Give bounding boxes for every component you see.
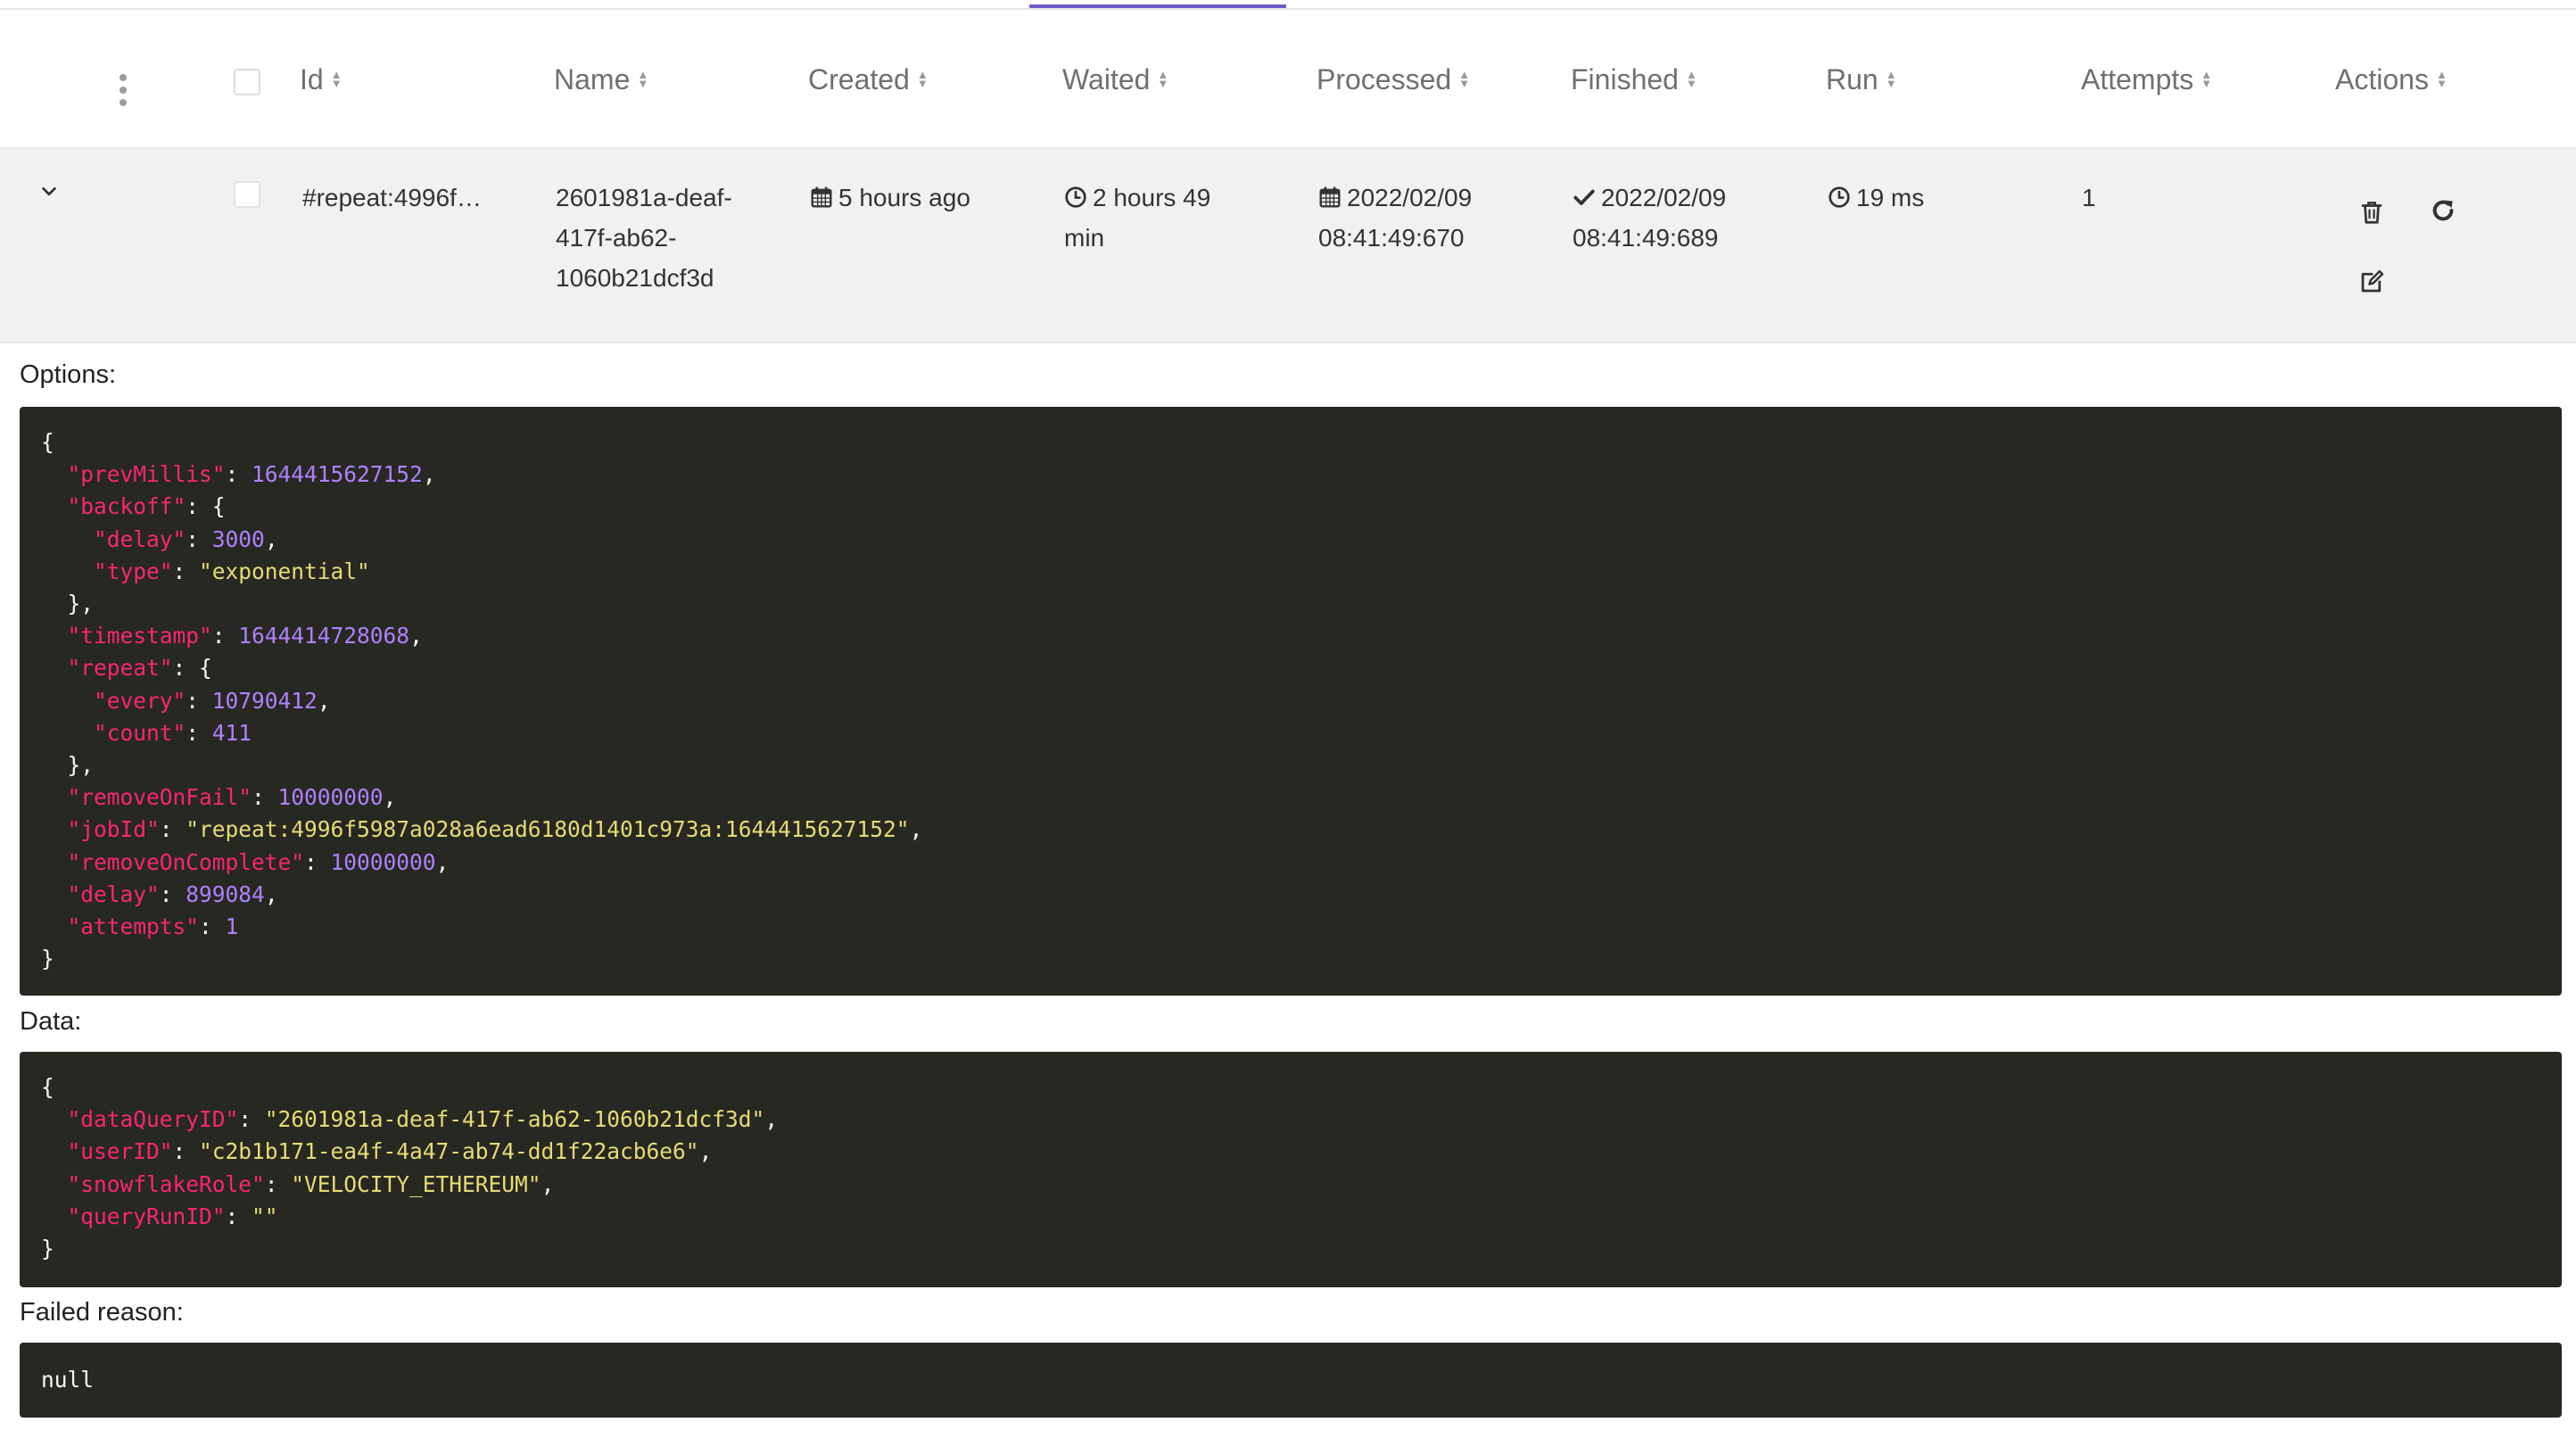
column-header-attempts[interactable]: Attempts ▲ ▼: [2081, 10, 2212, 149]
sort-icon: ▲ ▼: [916, 68, 929, 90]
edit-icon[interactable]: [2358, 269, 2385, 295]
option-timestamp: 1644414728068: [238, 623, 410, 649]
data-snowflake-role: "VELOCITY_ETHEREUM": [291, 1170, 541, 1197]
job-processed-line: 08:41:49:670: [1318, 224, 1465, 252]
data-query-id: "2601981a-deaf-417f-ab62-1060b21dcf3d": [264, 1106, 765, 1133]
job-finished-line: 08:41:49:689: [1573, 224, 1719, 252]
sort-icon: ▲ ▼: [1157, 68, 1169, 90]
data-user-id: "c2b1b171-ea4f-4a47-ab74-dd1f22acb6e6": [199, 1138, 699, 1165]
row-select-checkbox[interactable]: [234, 181, 260, 208]
column-label: Waited: [1062, 62, 1151, 95]
job-waited-line: min: [1064, 224, 1105, 252]
option-delay: 899084: [186, 881, 265, 907]
option-remove-on-fail: 10000000: [277, 784, 384, 811]
sort-icon: ▲ ▼: [637, 68, 649, 90]
option-attempts: 1: [225, 914, 239, 940]
column-label: Name: [554, 62, 631, 95]
option-repeat-every: 10790412: [211, 687, 318, 714]
job-name-line: 2601981a-deaf-: [556, 184, 732, 211]
job-name-line: 417f-ab62-: [556, 224, 677, 252]
job-created-text: 5 hours ago: [838, 184, 970, 211]
job-run-text: 19 ms: [1856, 184, 1925, 211]
option-backoff-type: "exponential": [199, 558, 370, 584]
column-label: Attempts: [2081, 62, 2194, 95]
job-run: 19 ms: [1828, 178, 1924, 218]
option-remove-on-complete: 10000000: [330, 848, 436, 875]
sort-icon: ▲ ▼: [2435, 68, 2448, 90]
job-attempts: 1: [2082, 178, 2096, 218]
clock-icon: [1829, 186, 1850, 208]
column-header-processed[interactable]: Processed ▲ ▼: [1317, 10, 1470, 149]
job-id-text: #repeat:4996f…: [302, 184, 482, 211]
job-waited-line: 2 hours 49: [1093, 184, 1211, 211]
job-processed: 2022/02/09 08:41:49:670: [1318, 178, 1472, 258]
column-header-finished[interactable]: Finished ▲ ▼: [1571, 10, 1697, 149]
options-code-block: { "prevMillis": 1644415627152, "backoff"…: [20, 407, 2562, 996]
table-header: Id ▲ ▼ Name ▲ ▼ Created ▲ ▼ Waited ▲ ▼ Proce…: [0, 10, 2576, 149]
column-label: Finished: [1571, 62, 1679, 95]
option-job-id: "repeat:4996f5987a028a6ead6180d1401c973a…: [186, 816, 910, 843]
job-processed-line: 2022/02/09: [1347, 184, 1473, 211]
column-label: Created: [808, 62, 910, 95]
clock-icon: [1065, 186, 1086, 208]
calendar-icon: [1319, 186, 1341, 208]
sort-icon: ▲ ▼: [1885, 68, 1897, 90]
select-all-checkbox[interactable]: [234, 69, 260, 95]
options-label: Options:: [20, 360, 116, 389]
failed-reason-code-block: null: [20, 1343, 2562, 1418]
column-header-id[interactable]: Id ▲ ▼: [300, 10, 343, 149]
chevron-down-icon[interactable]: [39, 182, 59, 202]
column-header-waited[interactable]: Waited ▲ ▼: [1062, 10, 1168, 149]
failed-reason-label: Failed reason:: [20, 1298, 184, 1327]
trash-icon[interactable]: [2358, 199, 2385, 226]
job-name: 2601981a-deaf- 417f-ab62- 1060b21dcf3d: [556, 178, 732, 298]
failed-reason-value: null: [41, 1367, 95, 1393]
option-backoff-delay: 3000: [211, 525, 265, 552]
job-finished-line: 2022/02/09: [1601, 184, 1727, 211]
column-label: Processed: [1317, 62, 1452, 95]
job-id[interactable]: #repeat:4996f…: [302, 178, 482, 218]
job-finished: 2022/02/09 08:41:49:689: [1573, 178, 1726, 258]
column-header-name[interactable]: Name ▲ ▼: [554, 10, 648, 149]
active-tab-indicator: [1029, 4, 1286, 8]
column-header-actions[interactable]: Actions ▲ ▼: [2335, 10, 2448, 149]
job-detail-page: Id ▲ ▼ Name ▲ ▼ Created ▲ ▼ Waited ▲ ▼ Proce…: [0, 0, 2576, 1447]
sort-icon: ▲ ▼: [2200, 68, 2213, 90]
column-label: Actions: [2335, 62, 2429, 95]
column-header-created[interactable]: Created ▲ ▼: [808, 10, 929, 149]
sort-icon: ▲ ▼: [330, 68, 343, 90]
job-name-line: 1060b21dcf3d: [556, 264, 714, 292]
job-attempts-text: 1: [2082, 184, 2096, 211]
column-header-run[interactable]: Run ▲ ▼: [1826, 10, 1897, 149]
sort-icon: ▲ ▼: [1685, 68, 1697, 90]
calendar-icon: [811, 186, 832, 208]
column-label: Id: [300, 62, 324, 95]
data-code-block: { "dataQueryID": "2601981a-deaf-417f-ab6…: [20, 1052, 2562, 1287]
option-prev-millis: 1644415627152: [252, 461, 423, 488]
option-repeat-count: 411: [211, 719, 252, 746]
sort-icon: ▲ ▼: [1458, 68, 1471, 90]
job-waited: 2 hours 49 min: [1064, 178, 1210, 258]
column-label: Run: [1826, 62, 1878, 95]
checkmark-icon: [1573, 189, 1595, 205]
vertical-dots-icon[interactable]: [118, 74, 128, 106]
data-query-run-id: "": [252, 1203, 278, 1229]
job-created: 5 hours ago: [810, 178, 970, 218]
data-label: Data:: [20, 1007, 82, 1036]
refresh-icon[interactable]: [2430, 197, 2456, 224]
table-row: #repeat:4996f… 2601981a-deaf- 417f-ab62-…: [0, 149, 2576, 343]
